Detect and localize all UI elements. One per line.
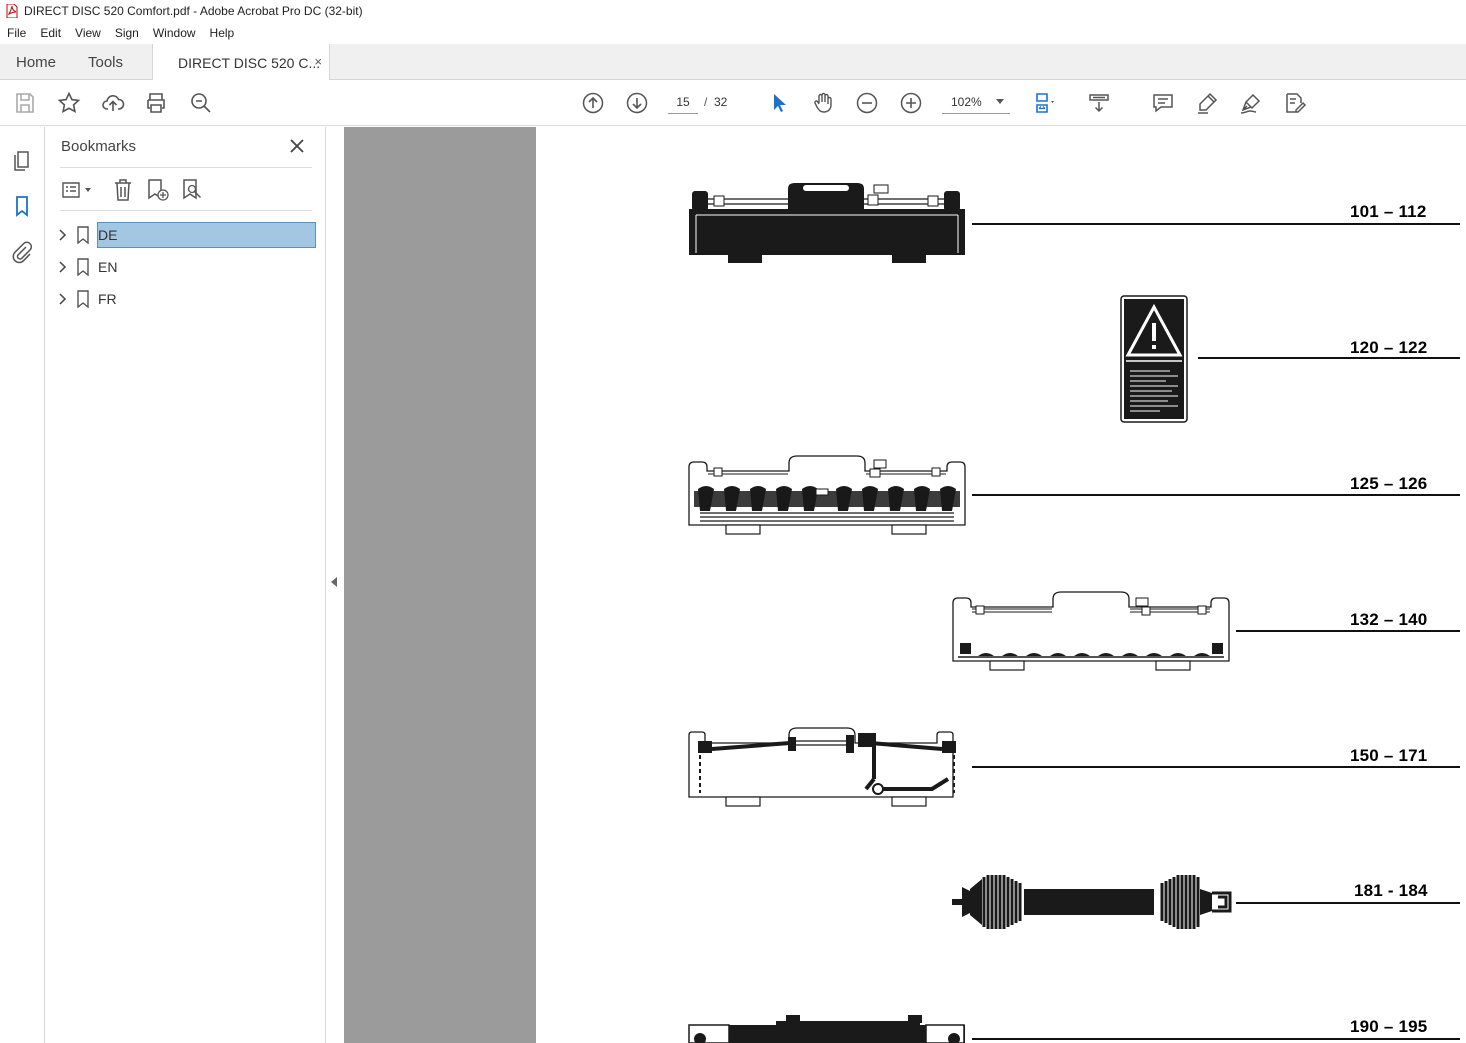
panel-divider-2 — [60, 210, 312, 211]
menu-window[interactable]: Window — [146, 26, 203, 40]
panel-divider — [60, 167, 312, 168]
bookmark-icon — [77, 290, 89, 308]
bookmark-label: DE — [97, 222, 316, 248]
close-icon[interactable] — [288, 137, 306, 155]
comment-icon[interactable] — [1150, 90, 1176, 116]
page-range-label: 150 – 171 — [1350, 746, 1428, 765]
hand-icon[interactable] — [810, 90, 836, 116]
attachment-paperclip-icon[interactable] — [10, 240, 34, 264]
menu-edit[interactable]: Edit — [33, 26, 68, 40]
collapse-arrow-icon[interactable] — [331, 577, 337, 587]
chevron-down-icon — [996, 99, 1004, 104]
page-total: 32 — [714, 95, 728, 109]
chevron-right-icon[interactable] — [55, 259, 71, 275]
machine-outline-view-illustration — [952, 591, 1230, 671]
main-toolbar — [0, 80, 1466, 196]
machine-partial-view-illustration — [688, 1015, 965, 1043]
tab-bar: Home Tools DIRECT DISC 520 C... × — [0, 44, 1466, 81]
viewer-background — [344, 127, 536, 1043]
panel-title: Bookmarks — [61, 138, 137, 155]
page-range-label: 125 – 126 — [1350, 474, 1428, 493]
print-icon[interactable] — [143, 90, 169, 116]
page-range-label: 132 – 140 — [1350, 610, 1428, 629]
pto-shaft-illustration — [952, 875, 1232, 929]
zoom-in-icon[interactable] — [898, 90, 924, 116]
tab-document[interactable]: DIRECT DISC 520 C... × — [152, 44, 330, 81]
bookmark-item-en[interactable]: EN — [55, 254, 319, 280]
entry-leader-line — [972, 494, 1460, 496]
bookmark-icon — [77, 226, 89, 244]
bookmark-label: FR — [98, 291, 117, 307]
document-page[interactable]: 101 – 112 120 – 122 125 – 126 132 – 140 … — [536, 127, 1466, 1043]
menu-view[interactable]: View — [68, 26, 108, 40]
tab-document-label: DIRECT DISC 520 C... — [178, 54, 321, 71]
entry-leader-line — [1236, 902, 1460, 904]
tab-close-icon[interactable]: × — [314, 54, 322, 69]
page-thumbnails-icon[interactable] — [10, 148, 34, 172]
bookmark-icon — [77, 258, 89, 276]
machine-discs-view-illustration — [688, 455, 966, 535]
select-cursor-icon[interactable] — [766, 90, 792, 116]
scroll-mode-icon[interactable] — [1086, 90, 1112, 116]
menu-bar: File Edit View Sign Window Help — [0, 22, 1466, 44]
entry-leader-line — [972, 223, 1460, 225]
fill-sign-icon[interactable] — [1282, 90, 1308, 116]
chevron-right-icon[interactable] — [55, 227, 71, 243]
window-title: DIRECT DISC 520 Comfort.pdf - Adobe Acro… — [24, 4, 363, 18]
left-rail — [0, 127, 45, 1043]
new-bookmark-icon[interactable] — [144, 177, 170, 203]
bookmarks-icon[interactable] — [10, 194, 34, 218]
bookmark-label: EN — [98, 259, 118, 275]
highlight-icon[interactable] — [1194, 90, 1220, 116]
machine-hydraulics-view-illustration — [688, 727, 956, 807]
menu-file[interactable]: File — [0, 26, 33, 40]
menu-sign[interactable]: Sign — [108, 26, 146, 40]
delete-trash-icon[interactable] — [110, 177, 136, 203]
zoom-search-icon[interactable] — [188, 90, 214, 116]
chevron-right-icon[interactable] — [55, 291, 71, 307]
page-number-input[interactable]: 15 — [668, 90, 698, 114]
tab-tools[interactable]: Tools — [88, 44, 123, 80]
bookmark-item-fr[interactable]: FR — [55, 286, 319, 312]
page-range-label: 120 – 122 — [1350, 338, 1428, 357]
bookmarks-panel: Bookmarks DE EN FR — [45, 127, 326, 1043]
acrobat-pdf-icon — [6, 4, 18, 18]
zoom-out-icon[interactable] — [854, 90, 880, 116]
machine-top-view-solid-illustration — [689, 183, 965, 263]
entry-leader-line — [972, 766, 1460, 768]
page-range-label: 190 – 195 — [1350, 1017, 1428, 1036]
zoom-value: 102% — [951, 94, 982, 109]
entry-leader-line — [1236, 630, 1460, 632]
title-bar: DIRECT DISC 520 Comfort.pdf - Adobe Acro… — [0, 0, 1466, 22]
sign-icon[interactable] — [1238, 90, 1264, 116]
bookmark-options-icon[interactable] — [60, 177, 96, 203]
menu-help[interactable]: Help — [203, 26, 242, 40]
bookmark-item-de[interactable]: DE — [55, 222, 319, 248]
tab-home[interactable]: Home — [16, 44, 56, 80]
page-separator: / — [704, 95, 708, 109]
page-up-icon[interactable] — [580, 90, 606, 116]
warning-label-illustration — [1120, 295, 1188, 423]
zoom-select[interactable]: 102% — [942, 90, 1010, 114]
fit-page-icon[interactable] — [1032, 90, 1058, 116]
bookmark-search-icon[interactable] — [179, 177, 205, 203]
page-down-icon[interactable] — [624, 90, 650, 116]
upload-cloud-icon[interactable] — [100, 90, 126, 116]
save-icon[interactable] — [12, 90, 38, 116]
page-range-label: 181 - 184 — [1354, 881, 1428, 900]
bookmark-star-icon[interactable] — [56, 90, 82, 116]
entry-leader-line — [972, 1038, 1460, 1040]
page-range-label: 101 – 112 — [1350, 202, 1427, 221]
